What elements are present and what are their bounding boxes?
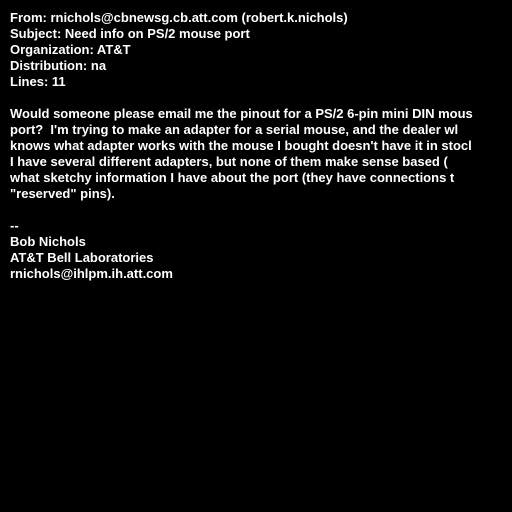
header-lines: Lines: 11 [10, 74, 66, 89]
header-from: From: rnichols@cbnewsg.cb.att.com (rober… [10, 10, 348, 25]
body-line: knows what adapter works with the mouse … [10, 138, 472, 153]
signature-separator: -- [10, 218, 19, 233]
signature-organization: AT&T Bell Laboratories [10, 250, 154, 265]
body-line: port? I'm trying to make an adapter for … [10, 122, 459, 137]
header-distribution: Distribution: na [10, 58, 107, 73]
signature-email: rnichols@ihlpm.ih.att.com [10, 266, 173, 281]
body-line: what sketchy information I have about th… [10, 170, 455, 185]
body-line: I have several different adapters, but n… [10, 154, 448, 169]
body-line: Would someone please email me the pinout… [10, 106, 473, 121]
signature-name: Bob Nichols [10, 234, 86, 249]
body-line: "reserved" pins). [10, 186, 115, 201]
header-organization: Organization: AT&T [10, 42, 131, 57]
header-subject: Subject: Need info on PS/2 mouse port [10, 26, 250, 41]
